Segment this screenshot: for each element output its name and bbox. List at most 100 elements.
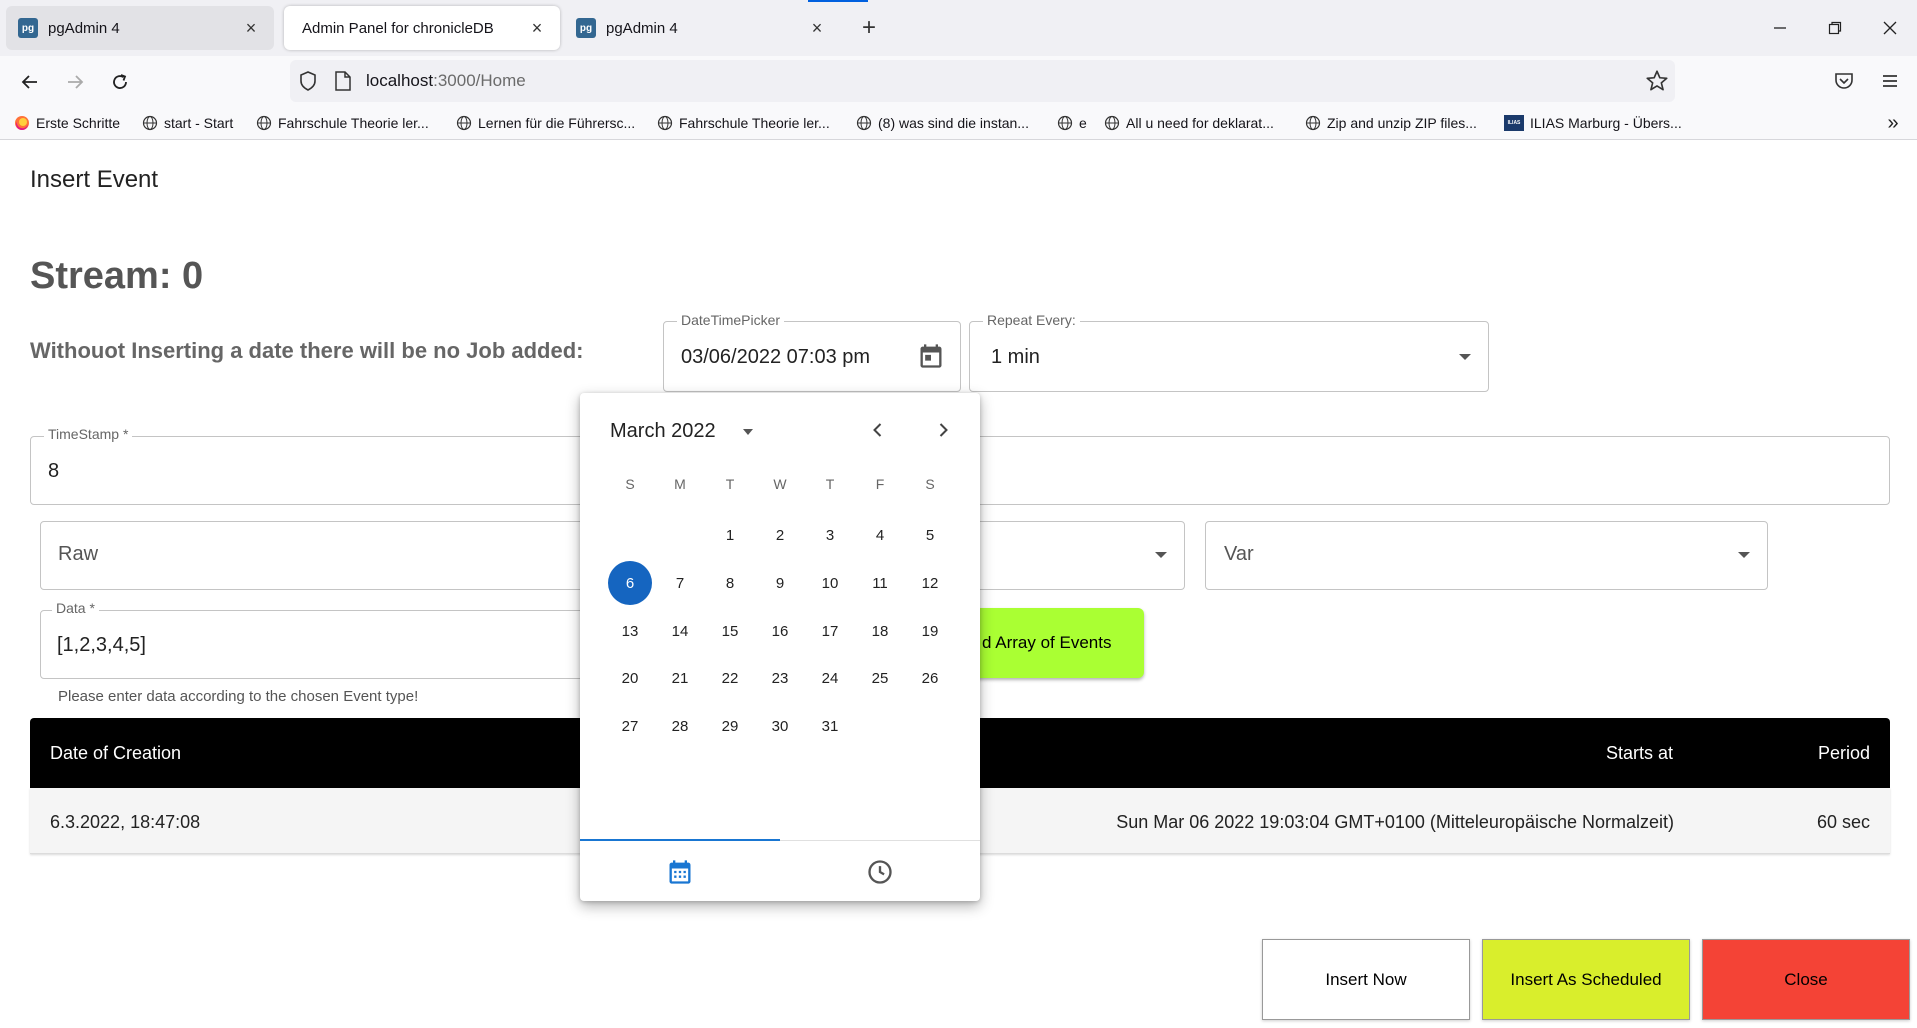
window-close-icon[interactable] xyxy=(1872,10,1908,46)
weekday-label: S xyxy=(625,476,635,492)
picker-tab-time[interactable] xyxy=(780,852,980,892)
close-icon[interactable]: × xyxy=(526,17,548,39)
day-cell[interactable]: 30 xyxy=(758,704,802,748)
day-cell[interactable]: 10 xyxy=(808,561,852,605)
weekday-label: W xyxy=(773,476,787,492)
bookmark-label: Fahrschule Theorie ler... xyxy=(679,115,830,131)
day-cell[interactable]: 23 xyxy=(758,656,802,700)
timestamp-value: 8 xyxy=(48,460,60,482)
star-icon[interactable] xyxy=(1644,68,1670,94)
close-icon[interactable]: × xyxy=(240,17,262,39)
browser-tab-pgadmin-2[interactable]: pg pgAdmin 4 × xyxy=(564,6,840,50)
browser-tab-admin-panel[interactable]: Admin Panel for chronicleDB × xyxy=(284,6,560,50)
insert-as-scheduled-button[interactable]: Insert As Scheduled xyxy=(1482,939,1690,1020)
url-text: localhost:3000/Home xyxy=(366,71,526,91)
picker-month-label[interactable]: March 2022 xyxy=(610,420,716,443)
chevron-down-icon[interactable] xyxy=(1155,552,1167,558)
day-cell[interactable]: 19 xyxy=(908,609,952,653)
bookmark-item[interactable]: Erste Schritte xyxy=(14,113,120,133)
globe-icon xyxy=(256,115,272,131)
minimize-icon[interactable] xyxy=(1762,10,1798,46)
new-tab-button[interactable]: + xyxy=(854,13,884,43)
event-type-select[interactable] xyxy=(40,521,600,590)
day-cell[interactable]: 17 xyxy=(808,609,852,653)
day-cell[interactable]: 12 xyxy=(908,561,952,605)
repeat-every-select[interactable] xyxy=(969,321,1489,392)
bookmark-label: e xyxy=(1079,115,1087,131)
chevron-down-icon[interactable] xyxy=(1738,552,1750,558)
day-cell[interactable]: 25 xyxy=(858,656,902,700)
chevron-down-icon[interactable] xyxy=(1459,354,1471,360)
reload-icon[interactable] xyxy=(104,66,136,98)
bookmark-label: ILIAS Marburg - Übers... xyxy=(1530,115,1682,131)
bookmark-item[interactable]: start - Start xyxy=(142,113,233,133)
weekday-label: M xyxy=(674,476,686,492)
day-cell[interactable]: 28 xyxy=(658,704,702,748)
day-cell[interactable]: 29 xyxy=(708,704,752,748)
day-cell[interactable]: 22 xyxy=(708,656,752,700)
day-cell[interactable]: 24 xyxy=(808,656,852,700)
day-cell[interactable]: 1 xyxy=(708,513,752,557)
tab-label: Admin Panel for chronicleDB xyxy=(302,19,494,37)
bookmark-item[interactable]: Lernen für die Führersc... xyxy=(456,113,635,133)
restore-icon[interactable] xyxy=(1817,10,1853,46)
chevron-down-icon[interactable] xyxy=(732,416,764,448)
menu-icon[interactable] xyxy=(1878,69,1902,93)
calendar-icon[interactable] xyxy=(917,342,945,370)
pocket-icon[interactable] xyxy=(1832,69,1856,93)
close-button[interactable]: Close xyxy=(1702,939,1910,1020)
bookmark-item[interactable]: Zip and unzip ZIP files... xyxy=(1305,113,1477,133)
bookmark-item[interactable]: ILIAS ILIAS Marburg - Übers... xyxy=(1504,113,1682,133)
forward-arrow-icon[interactable] xyxy=(59,66,91,98)
day-cell[interactable]: 13 xyxy=(608,609,652,653)
day-cell[interactable]: 3 xyxy=(808,513,852,557)
day-cell[interactable]: 26 xyxy=(908,656,952,700)
column-header-date-of-creation[interactable]: Date of Creation xyxy=(50,743,181,764)
aggregate-select[interactable] xyxy=(1205,521,1768,590)
add-array-label: d Array of Events xyxy=(982,633,1112,652)
day-cell[interactable]: 7 xyxy=(658,561,702,605)
chevron-right-icon[interactable] xyxy=(927,414,959,446)
data-helper-text: Please enter data according to the chose… xyxy=(58,688,419,705)
cell-starts-at: Sun Mar 06 2022 19:03:04 GMT+0100 (Mitte… xyxy=(1116,812,1674,832)
day-cell[interactable]: 16 xyxy=(758,609,802,653)
globe-icon xyxy=(1305,115,1321,131)
column-header-period[interactable]: Period xyxy=(1818,743,1870,764)
bookmark-item[interactable]: e xyxy=(1057,113,1087,133)
bookmark-item[interactable]: (8) was sind die instan... xyxy=(856,113,1029,133)
day-cell[interactable]: 14 xyxy=(658,609,702,653)
day-cell[interactable]: 20 xyxy=(608,656,652,700)
day-cell[interactable]: 11 xyxy=(858,561,902,605)
stream-title: Stream: 0 xyxy=(30,255,204,297)
back-arrow-icon[interactable] xyxy=(14,66,46,98)
page-icon[interactable] xyxy=(334,70,354,92)
day-cell[interactable]: 21 xyxy=(658,656,702,700)
shield-icon[interactable] xyxy=(296,69,320,93)
day-cell-selected[interactable]: 6 xyxy=(608,561,652,605)
globe-icon xyxy=(1104,115,1120,131)
day-cell[interactable]: 8 xyxy=(708,561,752,605)
bookmark-item[interactable]: Fahrschule Theorie ler... xyxy=(657,113,830,133)
day-cell[interactable]: 9 xyxy=(758,561,802,605)
weekday-label: T xyxy=(825,476,835,492)
browser-tab-pgadmin-1[interactable]: pg pgAdmin 4 × xyxy=(6,6,274,50)
column-header-starts-at[interactable]: Starts at xyxy=(1606,743,1673,764)
day-cell[interactable]: 31 xyxy=(808,704,852,748)
bookmark-item[interactable]: Fahrschule Theorie ler... xyxy=(256,113,429,133)
day-cell[interactable]: 2 xyxy=(758,513,802,557)
aggregate-value: Var xyxy=(1224,543,1254,565)
chevron-double-right-icon[interactable]: » xyxy=(1880,112,1906,134)
day-cell[interactable]: 5 xyxy=(908,513,952,557)
chevron-left-icon[interactable] xyxy=(862,414,894,446)
close-icon[interactable]: × xyxy=(806,17,828,39)
insert-now-button[interactable]: Insert Now xyxy=(1262,939,1470,1020)
day-cell[interactable]: 18 xyxy=(858,609,902,653)
globe-icon xyxy=(456,115,472,131)
url-path: :3000/Home xyxy=(433,71,526,90)
picker-tab-date[interactable] xyxy=(580,852,780,892)
day-cell[interactable]: 15 xyxy=(708,609,752,653)
tab-loading-indicator xyxy=(808,0,868,2)
day-cell[interactable]: 4 xyxy=(858,513,902,557)
day-cell[interactable]: 27 xyxy=(608,704,652,748)
bookmark-item[interactable]: All u need for deklarat... xyxy=(1104,113,1274,133)
